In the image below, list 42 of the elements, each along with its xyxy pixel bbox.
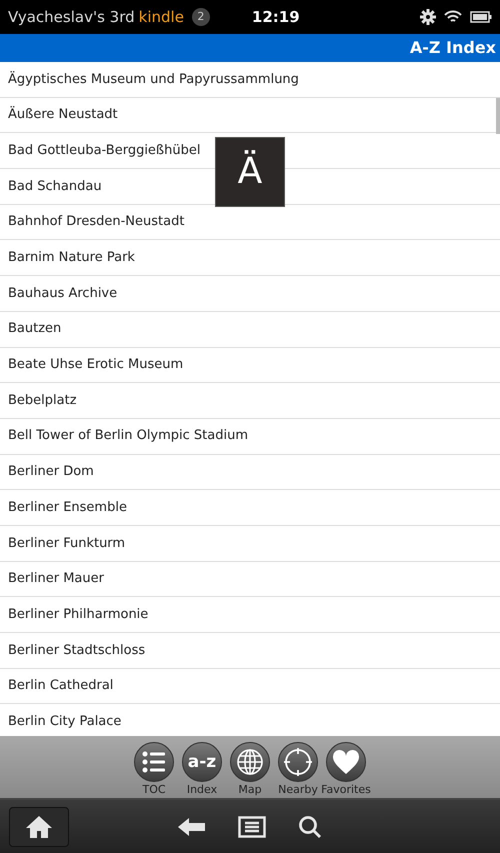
brand-name: kindle	[138, 6, 184, 28]
notification-count[interactable]: 2	[192, 8, 210, 26]
list-icon	[142, 751, 166, 773]
home-button[interactable]	[9, 806, 69, 846]
toolbar-label: Favorites	[321, 783, 371, 797]
toolbar-button[interactable]: a-z Index	[182, 742, 222, 798]
heart-icon	[332, 749, 360, 775]
list-item[interactable]: Bebelplatz	[0, 383, 500, 419]
toolbar-button[interactable]: TOC	[134, 742, 174, 798]
list-item[interactable]: Berliner Dom	[0, 454, 500, 490]
list-item[interactable]: Bell Tower of Berlin Olympic Stadium	[0, 418, 500, 455]
toolbar-label: Index	[186, 783, 218, 797]
toolbar-label: Nearby	[278, 783, 318, 797]
list-item[interactable]: Berliner Funkturm	[0, 526, 500, 562]
toolbar-label: Map	[238, 783, 262, 797]
device-name: Vyacheslav's 3rd	[8, 6, 135, 28]
battery-icon	[470, 11, 492, 23]
index-letter-popup: Ä	[215, 137, 285, 207]
list-item[interactable]: Berlin Cathedral	[0, 668, 500, 704]
list-item[interactable]: Bauhaus Archive	[0, 276, 500, 312]
list-item[interactable]: Ägyptisches Museum und Papyrussammlung	[0, 62, 500, 98]
clock: 12:19	[252, 6, 300, 28]
wifi-icon	[444, 10, 462, 24]
home-icon	[25, 814, 53, 838]
index-icon: a-z	[188, 754, 216, 770]
list-item[interactable]: Berliner Ensemble	[0, 490, 500, 526]
search-icon[interactable]	[298, 814, 322, 838]
toolbar-label: TOC	[142, 783, 166, 797]
menu-icon[interactable]	[238, 816, 266, 838]
back-icon[interactable]	[178, 818, 206, 836]
list-item[interactable]: Beate Uhse Erotic Museum	[0, 348, 500, 384]
page-title: A-Z Index	[410, 37, 496, 59]
list-item[interactable]: Bautzen	[0, 312, 500, 348]
toolbar-button[interactable]: Nearby	[278, 742, 318, 798]
toolbar-button[interactable]: Map	[230, 742, 270, 798]
list-item[interactable]: Barnim Nature Park	[0, 240, 500, 276]
settings-icon[interactable]	[420, 9, 436, 25]
list-item[interactable]: Berliner Stadtschloss	[0, 633, 500, 669]
scrollbar-thumb[interactable]	[496, 98, 500, 134]
list-item[interactable]: Berliner Mauer	[0, 562, 500, 598]
globe-icon	[236, 748, 264, 776]
list-item[interactable]: Berliner Philharmonie	[0, 597, 500, 633]
